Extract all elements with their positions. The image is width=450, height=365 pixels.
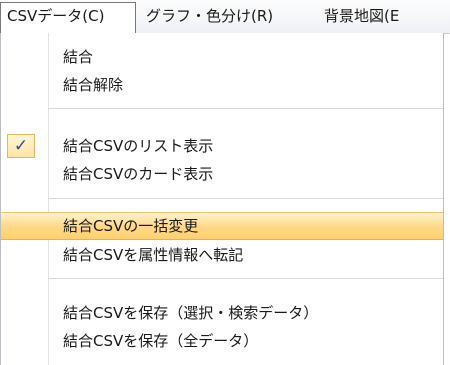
menu-item-save-selected[interactable]: 結合CSVを保存（選択・検索データ） bbox=[1, 299, 443, 327]
menu-csv-data[interactable]: CSVデータ(C) bbox=[0, 2, 136, 35]
menu-item-label: 結合解除 bbox=[63, 76, 124, 94]
csv-data-dropdown-menu: 結合 結合解除 ✓ 結合CSVのリスト表示 結合CSVのカード表示 結合CSVの… bbox=[0, 33, 444, 365]
menu-separator bbox=[49, 198, 443, 199]
menu-separator bbox=[49, 108, 443, 109]
menu-item-save-all[interactable]: 結合CSVを保存（全データ） bbox=[1, 327, 443, 355]
menu-graph-color[interactable]: グラフ・色分け(R) bbox=[140, 2, 279, 30]
checkmark-icon: ✓ bbox=[7, 134, 35, 158]
menu-item-label: 結合CSVの一括変更 bbox=[63, 217, 199, 235]
menu-item-label: 結合CSVを保存（選択・検索データ） bbox=[63, 304, 319, 322]
menu-separator bbox=[49, 278, 443, 279]
menu-item-join[interactable]: 結合 bbox=[1, 43, 443, 71]
menu-item-label: 結合CSVのカード表示 bbox=[63, 165, 214, 183]
menu-item-label: 結合CSVを属性情報へ転記 bbox=[63, 246, 244, 264]
menu-bar: CSVデータ(C) グラフ・色分け(R) 背景地図(E bbox=[0, 0, 450, 35]
menu-item-bulk-change[interactable]: 結合CSVの一括変更 bbox=[1, 212, 443, 240]
menu-background-map[interactable]: 背景地図(E bbox=[318, 2, 405, 30]
menu-item-copy-to-attributes[interactable]: 結合CSVを属性情報へ転記 bbox=[1, 241, 443, 269]
menu-item-label: 結合CSVのリスト表示 bbox=[63, 137, 214, 155]
menu-item-label: 結合 bbox=[63, 48, 94, 66]
menu-item-label: 結合CSVを保存（全データ） bbox=[63, 332, 259, 350]
menu-item-list-view[interactable]: ✓ 結合CSVのリスト表示 bbox=[1, 132, 443, 160]
menu-item-unjoin[interactable]: 結合解除 bbox=[1, 71, 443, 99]
menu-item-card-view[interactable]: 結合CSVのカード表示 bbox=[1, 160, 443, 188]
